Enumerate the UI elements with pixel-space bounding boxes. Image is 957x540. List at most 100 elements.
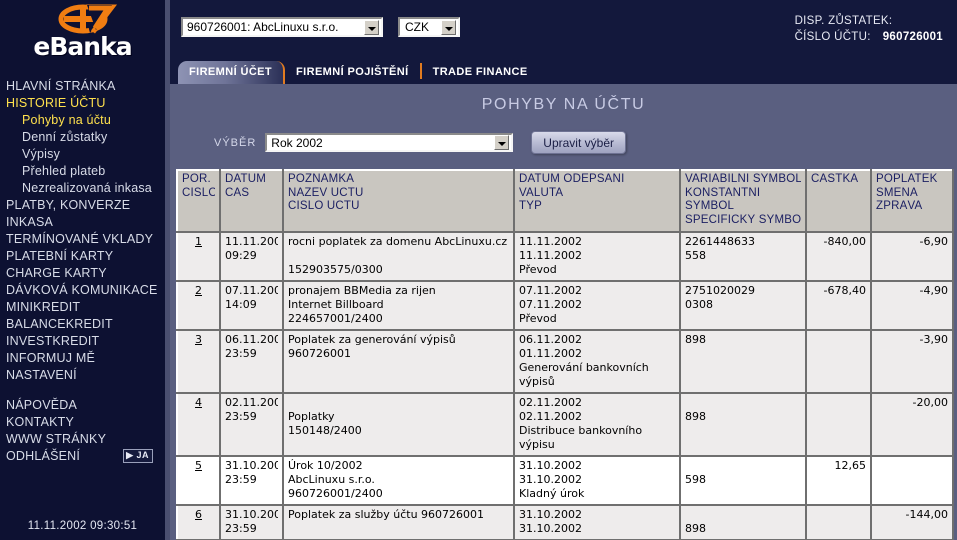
table-row[interactable]: 4 02.11.2002 23:59 Poplatky 150148/2400 [176, 392, 954, 457]
row-account-name: Internet Billboard [288, 298, 384, 311]
language-badge-label: JA [136, 450, 149, 460]
row-sequence-link[interactable]: 1 [195, 235, 202, 248]
row-type: Převod [519, 312, 557, 325]
sidebar-item-charge-karty[interactable]: CHARGE KARTY [6, 265, 165, 282]
row-time-value: 14:09 [225, 298, 257, 311]
row-fee [870, 455, 954, 506]
row-sequence-link[interactable]: 6 [195, 508, 202, 521]
row-debit-info: 31.10.2002 31.10.2002 Kladný úrok [513, 455, 681, 506]
header-line: POŘ. [182, 173, 211, 185]
row-fee: -6,90 [870, 231, 954, 282]
header-line: ZPRÁVA [876, 200, 923, 212]
row-sequence-link[interactable]: 4 [195, 396, 202, 409]
col-header-castka[interactable]: ČÁSTKA [805, 169, 872, 233]
row-note-text: rocni poplatek za domenu AbcLinuxu.cz [288, 235, 508, 248]
row-constant-symbol: 898 [685, 522, 706, 535]
table-row[interactable]: 2 07.11.2002 14:09 pronajem BBMedia za r… [176, 280, 954, 331]
row-sequence-link[interactable]: 3 [195, 333, 202, 346]
sidebar-item-odhlaseni[interactable]: ODHLÁŠENÍ ▶ JA [6, 448, 165, 465]
row-account-name [288, 249, 509, 263]
row-amount: 12,65 [805, 455, 872, 506]
brand-logo[interactable]: eBanka [0, 0, 165, 64]
edit-selection-button[interactable]: Upravit výběr [531, 131, 626, 154]
sidebar-item-balancekredit[interactable]: BALANCEKREDIT [6, 316, 165, 333]
chevron-down-icon[interactable] [441, 19, 456, 35]
row-sequence[interactable]: 1 [176, 231, 221, 282]
sidebar-item-pohyby-na-uctu[interactable]: Pohyby na účtu [6, 112, 165, 129]
sidebar-item-nastaveni[interactable]: NASTAVENÍ [6, 367, 165, 384]
table-row[interactable]: 6 31.10.2002 23:59 Poplatek za služby úč… [176, 504, 954, 540]
col-header-datum-cas[interactable]: DATUM ČAS [219, 169, 284, 233]
row-sequence-link[interactable]: 2 [195, 284, 202, 297]
sidebar-item-inkasa[interactable]: INKASA [6, 214, 165, 231]
tab-firemni-ucet[interactable]: FIREMNÍ ÚČET [178, 61, 286, 84]
col-header-variabilni-symbol[interactable]: VARIABILNÍ SYMBOL KONSTANTNÍ SYMBOL SPEC… [679, 169, 807, 233]
sidebar-item-prehled-plateb[interactable]: Přehled plateb [6, 163, 165, 180]
currency-select[interactable]: CZK [398, 17, 460, 37]
row-note: Poplatky 150148/2400 [282, 392, 515, 457]
sidebar-item-napoveda[interactable]: NÁPOVĚDA [6, 397, 165, 414]
col-header-por-cislo[interactable]: POŘ. ČÍSLO [176, 169, 221, 233]
sidebar-item-vypisy[interactable]: Výpisy [6, 146, 165, 163]
row-sequence[interactable]: 5 [176, 455, 221, 506]
row-note-text: Poplatek za služby účtu 960726001 [288, 508, 485, 521]
row-debit-info: 31.10.2002 31.10.2002 [513, 504, 681, 540]
row-date-value: 31.10.2002 [225, 508, 278, 521]
table-row[interactable]: 3 06.11.2002 23:59 Poplatek za generován… [176, 329, 954, 394]
account-select[interactable]: 960726001: AbcLinuxu s.r.o. [181, 17, 383, 37]
row-type: Kladný úrok [519, 487, 585, 500]
row-debit-date: 11.11.2002 [519, 235, 582, 248]
row-fee: -20,00 [870, 392, 954, 457]
main-panel: 960726001: AbcLinuxu s.r.o. CZK DISP. ZŮ… [170, 0, 957, 540]
chevron-down-icon[interactable] [364, 19, 379, 35]
row-sequence-link[interactable]: 5 [195, 459, 202, 472]
header-line: NÁZEV ÚČTU [288, 186, 364, 199]
row-valuta: 31.10.2002 [519, 473, 582, 486]
ebanka-swirl-icon [58, 4, 117, 34]
col-header-poznamka[interactable]: POZNÁMKA NÁZEV ÚČTU ČÍSLO ÚČTU [282, 169, 515, 233]
sidebar-item-platebni-karty[interactable]: PLATEBNÍ KARTY [6, 248, 165, 265]
sidebar-item-informuj-me[interactable]: INFORMUJ MĚ [6, 350, 165, 367]
row-date: 11.11.2002 09:29 [219, 231, 284, 282]
row-note-text: Poplatek za generování výpisů [288, 333, 456, 346]
period-select[interactable]: Rok 2002 [265, 133, 514, 152]
tab-firemni-pojisteni[interactable]: FIREMNÍ POJIŠTĚNÍ [285, 61, 420, 84]
sidebar-nav: HLAVNÍ STRÁNKA HISTORIE ÚČTU Pohyby na ú… [0, 78, 165, 465]
row-sequence[interactable]: 4 [176, 392, 221, 457]
row-account-number: 150148/2400 [288, 424, 362, 437]
account-select-value: 960726001: AbcLinuxu s.r.o. [187, 20, 339, 34]
sidebar-item-www-stranky[interactable]: WWW STRÁNKY [6, 431, 165, 448]
sidebar-item-denni-zustatky[interactable]: Denní zůstatky [6, 129, 165, 146]
row-time-value: 09:29 [225, 249, 257, 262]
row-account-number: 152903575/0300 [288, 263, 383, 276]
sidebar-item-hlavni-stranka[interactable]: HLAVNÍ STRÁNKA [6, 78, 165, 95]
sidebar-item-davkova-komunikace[interactable]: DÁVKOVÁ KOMUNIKACE [6, 282, 165, 299]
sidebar-item-platby-konverze[interactable]: PLATBY, KONVERZE [6, 197, 165, 214]
sidebar-item-historie-uctu[interactable]: HISTORIE ÚČTU [6, 95, 165, 112]
row-sequence[interactable]: 2 [176, 280, 221, 331]
col-header-poplatek[interactable]: POPLATEK SMĚNA ZPRÁVA [870, 169, 954, 233]
col-header-datum-odepsani[interactable]: DATUM ODEPSÁNÍ VALUTA TYP [513, 169, 681, 233]
row-note-text: pronajem BBMedia za rijen [288, 284, 436, 297]
sidebar-item-terminovane-vklady[interactable]: TERMÍNOVANÉ VKLADY [6, 231, 165, 248]
table-row[interactable]: 1 11.11.2002 09:29 rocni poplatek za dom… [176, 231, 954, 282]
row-valuta: 01.11.2002 [519, 347, 582, 360]
table-row[interactable]: 5 31.10.2002 23:59 Úrok 10/2002 AbcLinux… [176, 455, 954, 506]
tab-trade-finance[interactable]: TRADE FINANCE [422, 61, 539, 84]
row-symbols: 2261448633 558 [679, 231, 807, 282]
row-sequence[interactable]: 6 [176, 504, 221, 540]
chevron-down-icon[interactable] [494, 135, 510, 150]
account-number-value: 960726001 [882, 31, 943, 43]
filter-row: VÝBĚR Rok 2002 Upravit výběr [170, 131, 957, 154]
content-area: POHYBY NA ÚČTU VÝBĚR Rok 2002 Upravit vý… [170, 84, 957, 540]
row-fee: -4,90 [870, 280, 954, 331]
sidebar-item-kontakty[interactable]: KONTAKTY [6, 414, 165, 431]
header-line: POZNÁMKA [288, 173, 355, 185]
sidebar-item-minikredit[interactable]: MINIKREDIT [6, 299, 165, 316]
brand-name: eBanka [33, 32, 132, 61]
row-sequence[interactable]: 3 [176, 329, 221, 394]
sidebar-item-nezrealizovana-inkasa[interactable]: Nezrealizovaná inkasa [6, 180, 165, 197]
language-badge-ja[interactable]: ▶ JA [123, 449, 153, 463]
sidebar-item-investkredit[interactable]: INVESTKREDIT [6, 333, 165, 350]
logout-label: ODHLÁŠENÍ [6, 449, 81, 463]
